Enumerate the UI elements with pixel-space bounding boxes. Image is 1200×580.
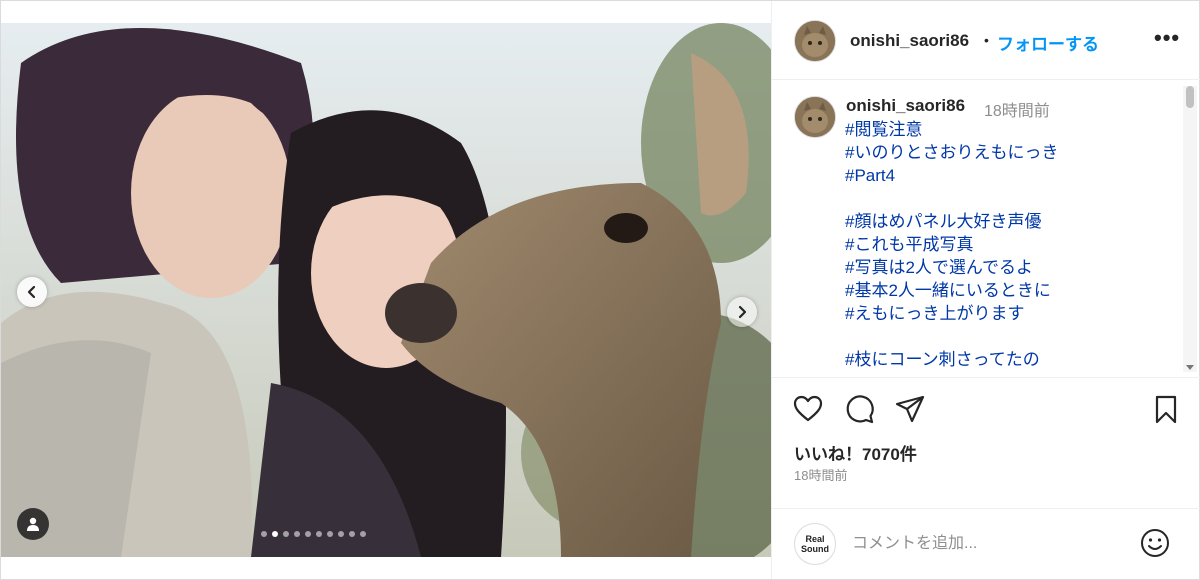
- heart-icon: [793, 395, 823, 422]
- carousel-dot: [261, 531, 267, 537]
- hashtag-link[interactable]: #いのりとさおりえもにっき: [845, 141, 1058, 164]
- hashtag-link[interactable]: #Part4: [845, 164, 1058, 187]
- hashtag-link[interactable]: #顔はめパネル大好き声優: [845, 210, 1058, 233]
- comment-bar: Real Sound: [772, 508, 1200, 579]
- bookmark-icon: [1155, 395, 1177, 424]
- logo-text-top: Real: [805, 534, 825, 544]
- carousel-dot: [272, 531, 278, 537]
- cat-avatar-image: [795, 21, 835, 61]
- post-header: onishi_saori86 • フォローする •••: [772, 1, 1200, 80]
- action-bar: [772, 393, 1200, 433]
- carousel-dot: [305, 531, 311, 537]
- comment-input[interactable]: [850, 531, 1124, 557]
- comment-button[interactable]: [844, 393, 876, 430]
- hashtag-link[interactable]: #これも平成写真: [845, 233, 1058, 256]
- tagged-users-button[interactable]: [17, 508, 49, 540]
- caption-hashtags: #閲覧注意 #いのりとさおりえもにっき #Part4 #顔はめパネル大好き声優 …: [845, 118, 1058, 371]
- caption-section: onishi_saori86 18時間前 #閲覧注意 #いのりとさおりえもにっき…: [772, 80, 1200, 378]
- caption-scrollbar[interactable]: [1183, 86, 1197, 372]
- author-username[interactable]: onishi_saori86: [850, 31, 969, 51]
- post-timestamp: 18時間前: [794, 468, 848, 483]
- hashtag-link[interactable]: #写真は2人で選んでるよ: [845, 256, 1058, 279]
- cat-avatar-image: [795, 97, 835, 137]
- scrollbar-thumb[interactable]: [1186, 86, 1194, 108]
- hashtag-link[interactable]: #えもにっき上がります: [845, 302, 1058, 325]
- scroll-down-arrow[interactable]: [1186, 365, 1194, 370]
- carousel-dot: [360, 531, 366, 537]
- previous-photo-button[interactable]: [17, 277, 47, 307]
- like-count[interactable]: いいね！7070件: [794, 440, 917, 465]
- share-icon: [895, 395, 925, 423]
- viewer-avatar-logo: Real Sound: [794, 523, 836, 565]
- separator-dot: •: [984, 32, 989, 48]
- photo-scene: [1, 23, 771, 557]
- hashtag-link[interactable]: #閲覧注意: [845, 118, 1058, 141]
- hashtag-link[interactable]: #基本2人一緒にいるときに: [845, 279, 1058, 302]
- carousel-indicator: [261, 531, 366, 537]
- next-photo-button[interactable]: [727, 297, 757, 327]
- chevron-left-icon: [27, 285, 36, 299]
- carousel-dot: [316, 531, 322, 537]
- post-sidebar: onishi_saori86 • フォローする ••• onishi_saori…: [771, 1, 1200, 579]
- user-tag-icon: [27, 517, 39, 531]
- instagram-post-embed: onishi_saori86 • フォローする ••• onishi_saori…: [0, 0, 1200, 580]
- carousel-dot: [294, 531, 300, 537]
- emoji-icon: [1141, 529, 1169, 557]
- chevron-right-icon: [738, 305, 747, 319]
- caption-avatar[interactable]: [794, 96, 836, 138]
- hashtag-link[interactable]: #枝にコーン刺さってたの: [845, 348, 1058, 371]
- more-options-button[interactable]: •••: [1154, 25, 1180, 51]
- carousel-dot: [338, 531, 344, 537]
- follow-button[interactable]: フォローする: [997, 30, 1099, 55]
- share-button[interactable]: [894, 393, 926, 430]
- save-button[interactable]: [1150, 393, 1182, 430]
- like-button[interactable]: [792, 393, 824, 430]
- logo-text-bottom: Sound: [801, 544, 829, 554]
- author-avatar[interactable]: [794, 20, 836, 62]
- carousel-dot: [349, 531, 355, 537]
- carousel-dot: [283, 531, 289, 537]
- comment-icon: [846, 395, 874, 424]
- post-photo[interactable]: [1, 23, 771, 557]
- carousel-dot: [327, 531, 333, 537]
- caption-username[interactable]: onishi_saori86: [846, 96, 965, 116]
- emoji-button[interactable]: [1139, 527, 1171, 564]
